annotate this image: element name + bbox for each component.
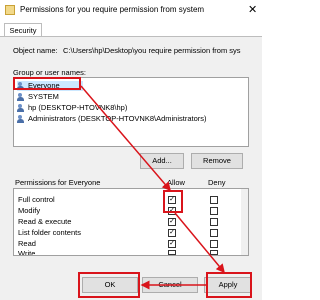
arrow-allow-to-apply bbox=[174, 212, 225, 274]
annotation-arrows bbox=[80, 85, 225, 290]
arrow-everyone-to-allow bbox=[80, 85, 171, 192]
